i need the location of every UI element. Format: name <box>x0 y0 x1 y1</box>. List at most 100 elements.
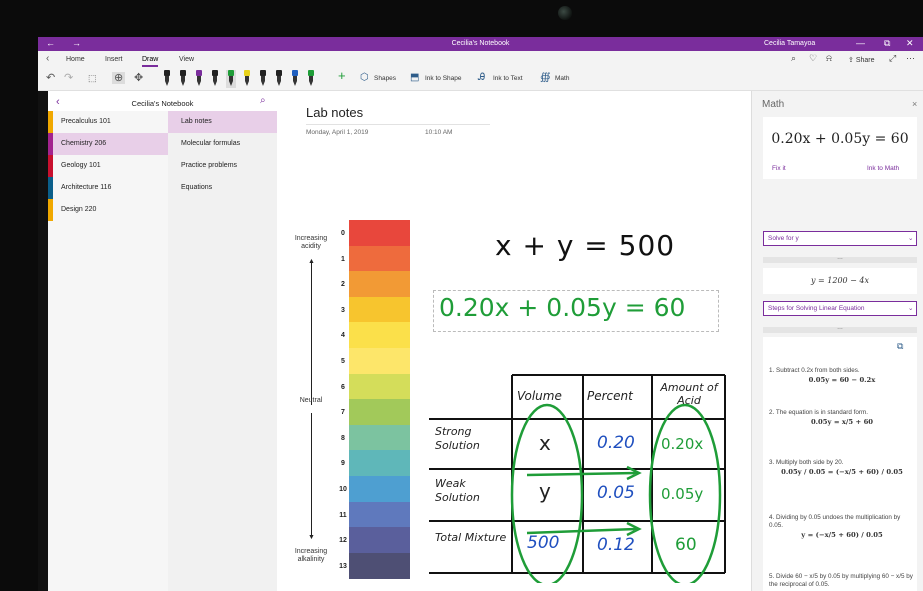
percent-weak: 0.05 <box>597 483 635 503</box>
ink-to-text-icon[interactable]: Ꭿ <box>478 72 485 83</box>
section-item[interactable]: Architecture 116 <box>48 177 168 199</box>
ph-arrow-down-line <box>311 413 312 538</box>
share-button[interactable]: ⇪ Share <box>848 56 875 64</box>
page-title[interactable]: Lab notes <box>306 105 363 120</box>
math-icon[interactable]: ∰ <box>540 72 551 83</box>
bell-icon[interactable]: ⍾ <box>826 53 832 64</box>
ph-number: 0 <box>341 230 345 237</box>
step-text: 2. The equation is in standard form. <box>769 409 868 416</box>
section-item[interactable]: Geology 101 <box>48 155 168 177</box>
chevron-down-icon: ⌄ <box>908 235 914 242</box>
section-label: Architecture 116 <box>61 184 112 191</box>
ph-top-label: Increasing acidity <box>294 235 328 250</box>
ink-to-shape-button[interactable]: Ink to Shape <box>425 75 462 82</box>
pen-tip <box>181 81 185 86</box>
minimize-button[interactable]: — <box>856 38 865 49</box>
pen-tool[interactable] <box>306 70 316 88</box>
insert-steps-icon[interactable]: ⧉ <box>897 341 903 352</box>
tab-draw[interactable]: Draw <box>142 56 159 67</box>
step-equation: 0.05y / 0.05 = (−x/5 + 60) / 0.05 <box>781 468 903 476</box>
restore-button[interactable]: ⧉ <box>884 38 890 49</box>
table-header-percent: Percent <box>587 389 633 403</box>
add-space-icon[interactable]: ⊕ <box>112 72 126 84</box>
pen-tool[interactable] <box>194 70 204 88</box>
shapes-button[interactable]: Shapes <box>374 75 396 82</box>
add-pen-icon[interactable]: + <box>338 69 346 82</box>
section-label: Chemistry 206 <box>61 140 107 147</box>
pen-tip <box>245 81 249 86</box>
step-item: 5. Divide 60 − x/5 by 0.05 by multiplyin… <box>769 573 915 589</box>
section-label: Design 220 <box>61 206 97 213</box>
pen-tool[interactable] <box>290 70 300 88</box>
arrow-up-icon: ▲ <box>308 258 315 265</box>
tab-home[interactable]: Home <box>66 56 85 63</box>
step-item: 2. The equation is in standard form. 0.0… <box>769 409 915 426</box>
expand-icon[interactable]: ⤢ <box>889 53 896 64</box>
section-item[interactable]: Precalculus 101 <box>48 111 168 133</box>
step-text: 3. Multiply both side by 20. <box>769 459 844 466</box>
page-item[interactable]: Molecular formulas <box>168 133 277 155</box>
shapes-icon[interactable]: ⬡ <box>360 72 369 83</box>
math-button[interactable]: Math <box>555 75 569 82</box>
ph-band <box>349 399 410 426</box>
more-icon[interactable]: ⋯ <box>906 53 915 64</box>
back-nav-icon[interactable]: ‹ <box>46 53 49 65</box>
steps-dropdown[interactable]: Steps for Solving Linear Equation ⌄ <box>763 301 917 316</box>
close-button[interactable]: ✕ <box>906 38 914 49</box>
search-icon[interactable]: ⌕ <box>791 53 796 64</box>
search-icon[interactable]: ⌕ <box>260 95 266 106</box>
user-name[interactable]: Cecilia Tamayoa <box>764 40 815 47</box>
eraser-icon[interactable]: ✥ <box>134 72 143 84</box>
section-item[interactable]: Chemistry 206 <box>48 133 168 155</box>
pen-tool[interactable] <box>162 70 172 88</box>
solution-result: y = 1200 − 4x <box>810 276 870 285</box>
ink-to-shape-icon[interactable]: ⬒ <box>410 72 419 83</box>
handwritten-equation-1[interactable]: x + y = 500 <box>495 229 675 262</box>
pen-tool[interactable] <box>242 70 252 88</box>
step-equation: y = (−x/5 + 60) / 0.05 <box>801 531 883 539</box>
section-item[interactable]: Design 220 <box>48 199 168 221</box>
volume-x: x <box>539 431 551 455</box>
section-color-tab <box>48 177 53 199</box>
collapse-handle[interactable]: … <box>763 255 917 263</box>
page-item[interactable]: Equations <box>168 177 277 199</box>
collapse-handle[interactable]: … <box>763 325 917 333</box>
ph-number: 7 <box>341 409 345 417</box>
ph-arrow-up-line <box>311 263 312 405</box>
lasso-select-icon[interactable]: ⬚ <box>88 72 97 84</box>
steps-list: ⧉ 1. Subtract 0.2x from both sides. 0.05… <box>763 337 917 591</box>
page-label: Molecular formulas <box>181 140 241 147</box>
pen-tool[interactable] <box>210 70 220 88</box>
action-dropdown[interactable]: Solve for y ⌄ <box>763 231 917 246</box>
left-edge <box>38 91 48 591</box>
ph-band <box>349 220 410 247</box>
step-equation: 0.05y = x/5 + 60 <box>810 418 874 426</box>
tab-view[interactable]: View <box>179 56 194 63</box>
undo-icon[interactable]: ↶ <box>46 72 55 84</box>
step-text: 1. Subtract 0.2x from both sides. <box>769 367 860 374</box>
page-time: 10:10 AM <box>425 129 453 136</box>
tab-insert[interactable]: Insert <box>105 56 123 63</box>
ink-to-math-link[interactable]: Ink to Math <box>867 165 899 172</box>
page-canvas[interactable]: Lab notes Monday, April 1, 2019 10:10 AM… <box>277 91 751 591</box>
notebook-name[interactable]: Cecilia's Notebook <box>48 99 277 108</box>
page-item[interactable]: Lab notes <box>168 111 277 133</box>
ph-number: 13 <box>339 562 347 570</box>
pen-tool[interactable] <box>226 70 236 88</box>
pen-tool[interactable] <box>178 70 188 88</box>
pen-tool[interactable] <box>274 70 284 88</box>
fix-it-link[interactable]: Fix it <box>772 165 786 172</box>
close-icon[interactable]: × <box>912 99 917 109</box>
redo-icon[interactable]: ↷ <box>64 72 73 84</box>
pen-tool[interactable] <box>258 70 268 88</box>
page-item[interactable]: Practice problems <box>168 155 277 177</box>
math-panel: Math × 0.20x + 0.05y = 60 Fix it Ink to … <box>751 91 923 591</box>
ink-to-text-button[interactable]: Ink to Text <box>493 75 523 82</box>
ph-number: 4 <box>341 332 345 340</box>
section-label: Precalculus 101 <box>61 118 111 125</box>
section-color-tab <box>48 199 53 221</box>
handwritten-equation-2[interactable]: 0.20x + 0.05y = 60 <box>439 293 685 322</box>
pen-tip <box>197 81 201 86</box>
ph-number: 6 <box>341 383 345 391</box>
lightbulb-icon[interactable]: ♡ <box>809 53 817 64</box>
